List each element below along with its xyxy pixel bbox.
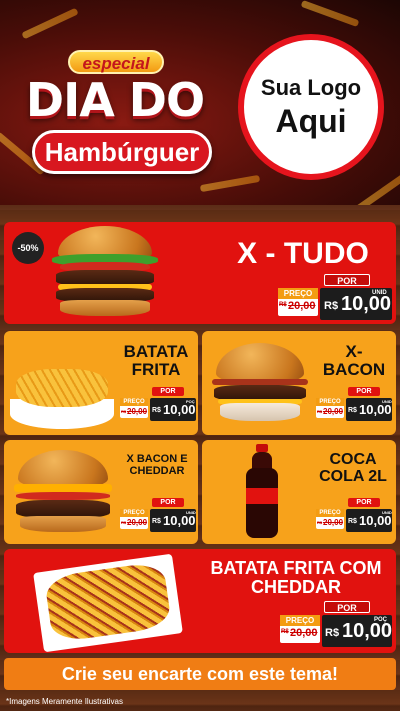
product-title: BATATA FRITA COM CHEDDAR (210, 558, 382, 597)
price-currency: R$ (348, 407, 357, 414)
preco-label: PREÇO (280, 615, 320, 626)
old-price: 20,00 (323, 518, 344, 527)
old-price-box: PREÇO R$ 20,00 (316, 398, 344, 418)
preco-label: PREÇO (316, 509, 344, 517)
event-subtitle: Hambúrguer (32, 130, 212, 174)
product-title: COCA COLA 2L (319, 451, 387, 485)
price-value: 10,00 (163, 402, 196, 417)
price-value: 10,00 (342, 620, 393, 642)
price-currency: R$ (324, 300, 339, 312)
price-box: R$ 10,00 UNID (346, 509, 392, 532)
product-card-batata-frita[interactable]: BATATA FRITA POR PREÇO R$ 20,00 R$ 10,00… (4, 331, 198, 435)
fries-image (10, 351, 114, 431)
logo-placeholder-line1: Sua Logo (260, 74, 362, 100)
preco-label: PREÇO (316, 398, 344, 406)
old-price-box: PREÇO R$ 20,00 (278, 288, 318, 316)
old-price-box: PREÇO R$ 20,00 (280, 615, 320, 643)
price-tag: POR PREÇO R$ 20,00 R$ 10,00 UNID (316, 498, 392, 532)
fry-decoration (353, 173, 400, 205)
cheddar-fries-image (33, 553, 183, 653)
price-unit: UNID (186, 510, 196, 515)
cta-banner[interactable]: Crie seu encarte com este tema! (4, 658, 396, 690)
price-box: R$ 10,00 UNID (150, 509, 196, 532)
price-tag: POR PREÇO R$ 20,00 R$ 10,00 UNID (316, 387, 392, 421)
price-unit: UNID (382, 510, 392, 515)
old-price: 20,00 (288, 300, 316, 312)
price-unit: UNID (382, 399, 392, 404)
logo-placeholder-line2: Aqui (275, 102, 347, 139)
burger-image (208, 343, 312, 427)
por-label: POR (152, 498, 184, 507)
product-title: BATATA FRITA (123, 342, 189, 379)
product-card-x-tudo[interactable]: -50% X - TUDO POR PREÇO R$ 20,00 R$ 10,0… (4, 222, 396, 324)
burger-image (50, 226, 160, 320)
price-unit: POÇ (374, 617, 388, 623)
price-currency: R$ (325, 627, 340, 639)
price-box: R$ 10,00 POÇ (322, 615, 392, 647)
old-price: 20,00 (290, 627, 318, 639)
por-label: POR (348, 387, 380, 396)
price-box: R$ 10,00 POÇ (150, 398, 196, 421)
product-card-coca-cola[interactable]: COCA COLA 2L POR PREÇO R$ 20,00 R$ 10,00… (202, 440, 396, 544)
product-title: X - TUDO (237, 237, 369, 270)
price-value: 10,00 (359, 402, 392, 417)
preco-label: PREÇO (120, 398, 148, 406)
por-label: POR (348, 498, 380, 507)
product-card-x-bacon-cheddar[interactable]: X BACON E CHEDDAR POR PREÇO R$ 20,00 R$ … (4, 440, 198, 544)
price-tag: POR PREÇO R$ 20,00 R$ 10,00 POÇ (280, 601, 392, 647)
product-title: X BACON E CHEDDAR (126, 453, 188, 477)
event-title: DIA DO (25, 73, 205, 127)
old-price-box: PREÇO R$ 20,00 (120, 398, 148, 418)
price-currency: R$ (152, 407, 161, 414)
price-box: R$ 10,00 UNID (320, 288, 392, 320)
old-price: 20,00 (127, 407, 148, 416)
old-price-currency: R$ (121, 409, 127, 414)
discount-badge: -50% (12, 232, 44, 264)
price-tag: POR PREÇO R$ 20,00 R$ 10,00 POÇ (120, 387, 196, 421)
especial-label: especial (68, 50, 164, 74)
soda-bottle-image (244, 444, 280, 540)
price-box: R$ 10,00 UNID (346, 398, 392, 421)
old-price-box: PREÇO R$ 20,00 (316, 509, 344, 529)
price-value: 10,00 (341, 293, 392, 315)
price-unit: UNID (372, 290, 387, 296)
product-card-x-bacon[interactable]: X- BACON POR PREÇO R$ 20,00 R$ 10,00 UNI… (202, 331, 396, 435)
product-card-batata-cheddar[interactable]: BATATA FRITA COM CHEDDAR POR PREÇO R$ 20… (4, 549, 396, 653)
flyer: especial DIA DO Hambúrguer Sua Logo Aqui… (0, 0, 400, 711)
old-price-currency: R$ (317, 409, 323, 414)
old-price-currency: R$ (279, 302, 287, 308)
old-price-currency: R$ (281, 629, 289, 635)
fry-decoration (21, 7, 79, 40)
por-label: POR (324, 601, 370, 613)
old-price-currency: R$ (121, 520, 127, 525)
header-banner: especial DIA DO Hambúrguer Sua Logo Aqui (0, 0, 400, 205)
burger-image (10, 450, 116, 538)
price-currency: R$ (152, 518, 161, 525)
price-currency: R$ (348, 518, 357, 525)
preco-label: PREÇO (278, 288, 318, 299)
old-price-box: PREÇO R$ 20,00 (120, 509, 148, 529)
event-logo: especial DIA DO Hambúrguer (10, 38, 220, 188)
price-value: 10,00 (163, 513, 196, 528)
por-label: POR (152, 387, 184, 396)
old-price-currency: R$ (317, 520, 323, 525)
disclaimer-text: *Imagens Meramente Ilustrativas (6, 697, 123, 706)
price-tag: POR PREÇO R$ 20,00 R$ 10,00 UNID (120, 498, 196, 532)
old-price: 20,00 (323, 407, 344, 416)
fry-decoration (300, 0, 360, 28)
price-tag: POR PREÇO R$ 20,00 R$ 10,00 UNID (278, 274, 392, 320)
old-price: 20,00 (127, 518, 148, 527)
price-unit: POÇ (186, 399, 195, 404)
preco-label: PREÇO (120, 509, 148, 517)
product-title: X- BACON (322, 342, 386, 379)
logo-placeholder[interactable]: Sua Logo Aqui (238, 34, 384, 180)
por-label: POR (324, 274, 370, 286)
price-value: 10,00 (359, 513, 392, 528)
